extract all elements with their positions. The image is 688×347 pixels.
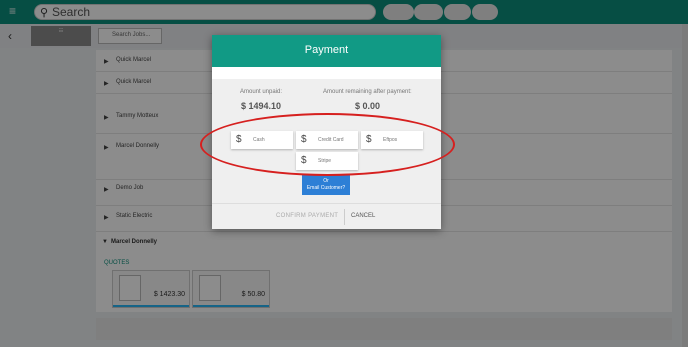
dialog-header-spacer [212, 67, 441, 79]
highlight-annotation [200, 113, 455, 176]
dialog-title: Payment [304, 44, 349, 56]
amount-remaining-label: Amount remaining after payment: [323, 89, 412, 95]
cancel-button[interactable]: CANCEL [351, 213, 375, 219]
dialog-header: Payment [212, 35, 441, 67]
amount-unpaid-label: Amount unpaid: [240, 89, 283, 95]
email-customer-button[interactable]: Or Email Customer? [302, 175, 350, 195]
email-or-text: Or [323, 178, 329, 184]
amount-unpaid-value: $ 1494.10 [241, 101, 282, 111]
action-divider [344, 209, 345, 225]
dialog-actions: CONFIRM PAYMENT CANCEL [212, 203, 441, 229]
confirm-payment-button[interactable]: CONFIRM PAYMENT [276, 213, 338, 219]
email-customer-label: Email Customer? [306, 185, 346, 191]
amount-remaining-value: $ 0.00 [355, 101, 381, 111]
